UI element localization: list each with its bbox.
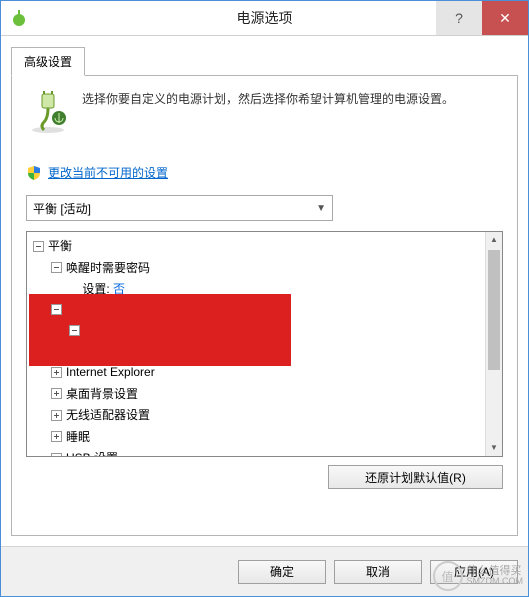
dialog-body: 高级设置 选择你要自定义的电源计划，然后选择你希望计算机管理的电源设置。 (1, 36, 528, 546)
expand-icon[interactable] (51, 410, 62, 421)
apply-button[interactable]: 应用(A) (430, 560, 518, 584)
tree-node-balanced[interactable]: 平衡 (33, 236, 72, 256)
hdd-minutes-spinner[interactable]: ▲▼ (169, 343, 227, 361)
spinner-down-icon[interactable]: ▼ (210, 353, 226, 361)
tree-scrollbar[interactable]: ▲ ▼ (485, 232, 502, 456)
tree-node-hdd-off-after[interactable]: 在此时间后关闭硬盘 (69, 321, 192, 341)
dialog-footer: 确定 取消 应用(A) (1, 546, 528, 596)
titlebar: 电源选项 ? ✕ (1, 1, 528, 36)
intro-row: 选择你要自定义的电源计划，然后选择你希望计算机管理的电源设置。 (26, 90, 503, 150)
change-unavailable-link[interactable]: 更改当前不可用的设置 (48, 164, 168, 181)
tab-advanced[interactable]: 高级设置 (11, 47, 85, 76)
expand-icon[interactable] (51, 388, 62, 399)
collapse-icon[interactable] (69, 325, 80, 336)
tabstrip: 高级设置 (11, 46, 518, 75)
tree-node-hdd[interactable]: 硬盘 (51, 299, 90, 319)
close-button[interactable]: ✕ (482, 1, 528, 35)
tree-node-wireless[interactable]: 无线适配器设置 (51, 405, 150, 425)
tree-node-desktop-bg[interactable]: 桌面背景设置 (51, 384, 138, 404)
restore-defaults-button[interactable]: 还原计划默认值(R) (328, 465, 503, 489)
wake-password-value[interactable]: 否 (113, 282, 125, 296)
shield-link-row: 更改当前不可用的设置 (26, 164, 503, 181)
collapse-icon[interactable] (51, 304, 62, 315)
help-button[interactable]: ? (436, 1, 482, 35)
tree-leaf-hdd-minutes[interactable]: 设置(分钟): ▲▼ (87, 342, 502, 362)
settings-tree: 平衡 唤醒时需要密码 设置: (26, 231, 503, 457)
tree-node-sleep[interactable]: 睡眠 (51, 427, 90, 447)
power-options-icon (26, 90, 70, 134)
expand-icon[interactable] (51, 431, 62, 442)
scroll-thumb[interactable] (488, 250, 500, 370)
spinner-arrows[interactable]: ▲▼ (209, 343, 227, 361)
tree-node-wake-password[interactable]: 唤醒时需要密码 (51, 258, 150, 278)
hdd-minutes-label: 设置(分钟): (100, 345, 163, 359)
plan-select-value: 平衡 [活动] (33, 200, 91, 217)
collapse-icon[interactable] (33, 241, 44, 252)
dialog-window: 电源选项 ? ✕ 高级设置 选择你要自定义的电源计划， (0, 0, 529, 597)
tab-panel: 选择你要自定义的电源计划，然后选择你希望计算机管理的电源设置。 更改当前不可用的… (11, 75, 518, 536)
collapse-icon[interactable] (51, 262, 62, 273)
ok-button[interactable]: 确定 (238, 560, 326, 584)
plan-select[interactable]: 平衡 [活动] ▼ (26, 195, 333, 221)
spinner-up-icon[interactable]: ▲ (210, 344, 226, 353)
window-buttons: ? ✕ (436, 1, 528, 35)
scroll-down-icon[interactable]: ▼ (486, 440, 502, 456)
shield-icon (26, 165, 42, 181)
hdd-minutes-input[interactable] (169, 343, 209, 361)
power-plug-icon (9, 8, 29, 28)
chevron-down-icon: ▼ (316, 203, 326, 214)
cancel-button[interactable]: 取消 (334, 560, 422, 584)
expand-icon[interactable] (51, 367, 62, 378)
tree-node-ie[interactable]: Internet Explorer (51, 362, 155, 382)
intro-text: 选择你要自定义的电源计划，然后选择你希望计算机管理的电源设置。 (82, 90, 454, 150)
restore-row: 还原计划默认值(R) (26, 465, 503, 489)
tree-node-usb[interactable]: USB 设置 (51, 448, 118, 457)
tree-leaf-wake-setting[interactable]: 设置: 否 (69, 279, 502, 299)
expand-icon[interactable] (51, 453, 62, 458)
scroll-up-icon[interactable]: ▲ (486, 232, 502, 248)
